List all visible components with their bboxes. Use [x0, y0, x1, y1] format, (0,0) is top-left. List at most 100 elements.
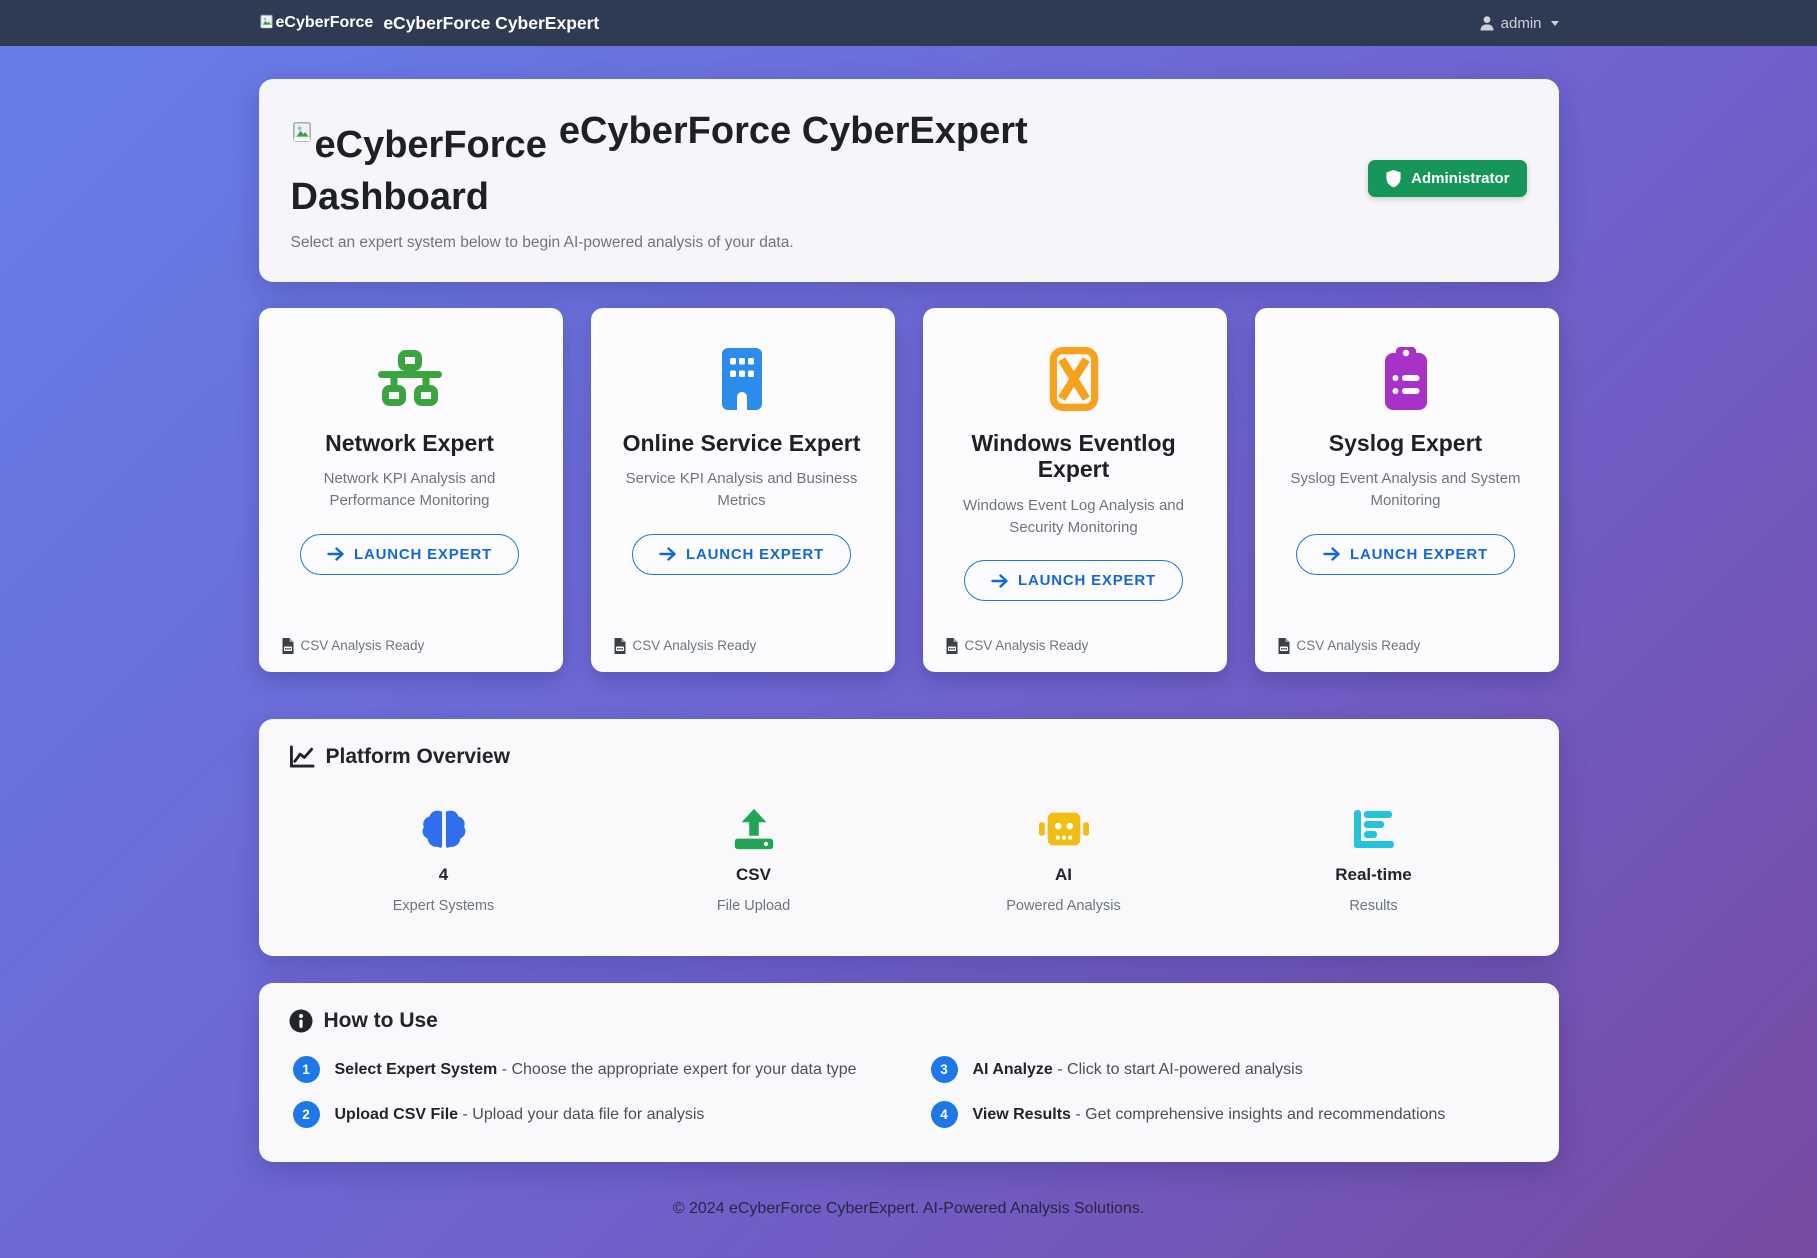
arrow-right-icon — [991, 574, 1009, 588]
expert-card-network: Network Expert Network KPI Analysis and … — [259, 308, 563, 672]
step-label: Select Expert System — [335, 1061, 498, 1078]
csv-ready-label: CSV Analysis Ready — [965, 638, 1089, 653]
expert-card-description: Windows Event Log Analysis and Security … — [956, 495, 1191, 539]
how-to-use-steps: 1 Select Expert System - Choose the appr… — [289, 1057, 1529, 1128]
step-description: - Upload your data file for analysis — [463, 1106, 705, 1123]
header-logo-alt-text: eCyberForce — [315, 119, 547, 171]
file-csv-icon — [613, 638, 626, 654]
expert-cards-row: Network Expert Network KPI Analysis and … — [259, 308, 1559, 672]
stat-file-upload: CSV File Upload — [599, 807, 909, 914]
stat-realtime-results: Real-time Results — [1219, 807, 1529, 914]
page-subtitle: Select an expert system below to begin A… — [291, 234, 1131, 252]
step-description: - Get comprehensive insights and recomme… — [1075, 1106, 1445, 1123]
launch-button-label: LAUNCH EXPERT — [1018, 572, 1156, 589]
expert-card-title: Windows Eventlog Expert — [954, 430, 1194, 483]
step-number-badge: 3 — [931, 1056, 958, 1083]
stat-label: Expert Systems — [393, 898, 495, 914]
stat-value: Real-time — [1335, 865, 1412, 885]
info-circle-icon — [289, 1009, 313, 1033]
navbar-app-title: eCyberForce CyberExpert — [383, 13, 599, 34]
launch-expert-button-online-service[interactable]: LAUNCH EXPERT — [632, 534, 851, 575]
expert-card-title: Network Expert — [325, 430, 494, 456]
stat-label: Powered Analysis — [1006, 898, 1120, 914]
csv-ready-label: CSV Analysis Ready — [1297, 638, 1421, 653]
building-icon — [717, 346, 767, 412]
window-x-icon — [1049, 346, 1099, 412]
user-name-label: admin — [1501, 15, 1542, 32]
stat-ai-analysis: AI Powered Analysis — [909, 807, 1219, 914]
horizontal-bar-chart-icon — [1352, 807, 1396, 851]
stat-value: 4 — [439, 865, 448, 885]
stat-label: Results — [1349, 898, 1397, 914]
page-title: eCyberForce eCyberForce CyberExpert Dash… — [291, 105, 1131, 224]
step-4: 4 View Results - Get comprehensive insig… — [931, 1102, 1529, 1128]
navbar-brand[interactable]: eCyberForce eCyberForce CyberExpert — [259, 13, 600, 34]
csv-ready-label: CSV Analysis Ready — [301, 638, 425, 653]
expert-card-description: Network KPI Analysis and Performance Mon… — [292, 468, 527, 512]
administrator-badge: Administrator — [1368, 160, 1526, 197]
csv-ready-status: CSV Analysis Ready — [941, 638, 1089, 658]
launch-button-label: LAUNCH EXPERT — [1350, 546, 1488, 563]
platform-overview-title: Platform Overview — [326, 745, 510, 769]
file-csv-icon — [945, 638, 958, 654]
dashboard-header-card: eCyberForce eCyberForce CyberExpert Dash… — [259, 79, 1559, 282]
clipboard-list-icon — [1381, 346, 1431, 412]
step-number-badge: 4 — [931, 1101, 958, 1128]
brain-icon — [421, 807, 467, 851]
step-number-badge: 2 — [293, 1101, 320, 1128]
launch-expert-button-network[interactable]: LAUNCH EXPERT — [300, 534, 519, 575]
chart-line-icon — [289, 745, 315, 769]
administrator-badge-label: Administrator — [1411, 170, 1509, 187]
top-navbar: eCyberForce eCyberForce CyberExpert admi… — [0, 0, 1817, 46]
csv-ready-status: CSV Analysis Ready — [1273, 638, 1421, 658]
person-icon — [1479, 15, 1495, 31]
step-number-badge: 1 — [293, 1056, 320, 1083]
stat-value: CSV — [736, 865, 771, 885]
arrow-right-icon — [1323, 547, 1341, 561]
robot-icon — [1039, 807, 1089, 851]
expert-card-windows-eventlog: Windows Eventlog Expert Windows Event Lo… — [923, 308, 1227, 672]
user-dropdown[interactable]: admin — [1479, 15, 1559, 32]
shield-icon — [1385, 169, 1402, 188]
launch-expert-button-syslog[interactable]: LAUNCH EXPERT — [1296, 534, 1515, 575]
step-label: Upload CSV File — [335, 1106, 459, 1123]
chevron-down-icon — [1551, 21, 1559, 26]
csv-ready-status: CSV Analysis Ready — [609, 638, 757, 658]
launch-expert-button-windows-eventlog[interactable]: LAUNCH EXPERT — [964, 560, 1183, 601]
stat-label: File Upload — [717, 898, 790, 914]
platform-overview-panel: Platform Overview 4 Expert Systems — [259, 719, 1559, 956]
step-label: AI Analyze — [973, 1061, 1053, 1078]
broken-image-icon — [291, 121, 313, 143]
platform-stats-row: 4 Expert Systems CSV File Upload — [289, 807, 1529, 914]
expert-card-description: Service KPI Analysis and Business Metric… — [624, 468, 859, 512]
stat-expert-systems: 4 Expert Systems — [289, 807, 599, 914]
launch-button-label: LAUNCH EXPERT — [354, 546, 492, 563]
upload-icon — [731, 807, 777, 851]
expert-card-title: Online Service Expert — [623, 430, 861, 456]
how-to-use-panel: How to Use 1 Select Expert System - Choo… — [259, 983, 1559, 1162]
expert-card-description: Syslog Event Analysis and System Monitor… — [1288, 468, 1523, 512]
file-csv-icon — [1277, 638, 1290, 654]
navbar-logo-alt-text: eCyberForce — [276, 14, 374, 32]
csv-ready-status: CSV Analysis Ready — [277, 638, 425, 658]
broken-logo-image: eCyberForce — [259, 14, 374, 32]
page-footer: © 2024 eCyberForce CyberExpert. AI-Power… — [259, 1200, 1559, 1258]
step-label: View Results — [973, 1106, 1071, 1123]
how-to-use-title: How to Use — [324, 1009, 438, 1033]
stat-value: AI — [1055, 865, 1072, 885]
file-csv-icon — [281, 638, 294, 654]
step-2: 2 Upload CSV File - Upload your data fil… — [293, 1102, 891, 1128]
expert-card-syslog: Syslog Expert Syslog Event Analysis and … — [1255, 308, 1559, 672]
launch-button-label: LAUNCH EXPERT — [686, 546, 824, 563]
arrow-right-icon — [659, 547, 677, 561]
expert-card-online-service: Online Service Expert Service KPI Analys… — [591, 308, 895, 672]
broken-image-icon — [259, 14, 274, 29]
step-description: - Click to start AI-powered analysis — [1057, 1061, 1302, 1078]
step-description: - Choose the appropriate expert for your… — [502, 1061, 857, 1078]
csv-ready-label: CSV Analysis Ready — [633, 638, 757, 653]
expert-card-title: Syslog Expert — [1329, 430, 1482, 456]
broken-header-logo-image: eCyberForce — [291, 119, 547, 171]
network-diagram-icon — [373, 346, 447, 412]
step-1: 1 Select Expert System - Choose the appr… — [293, 1057, 891, 1083]
step-3: 3 AI Analyze - Click to start AI-powered… — [931, 1057, 1529, 1083]
